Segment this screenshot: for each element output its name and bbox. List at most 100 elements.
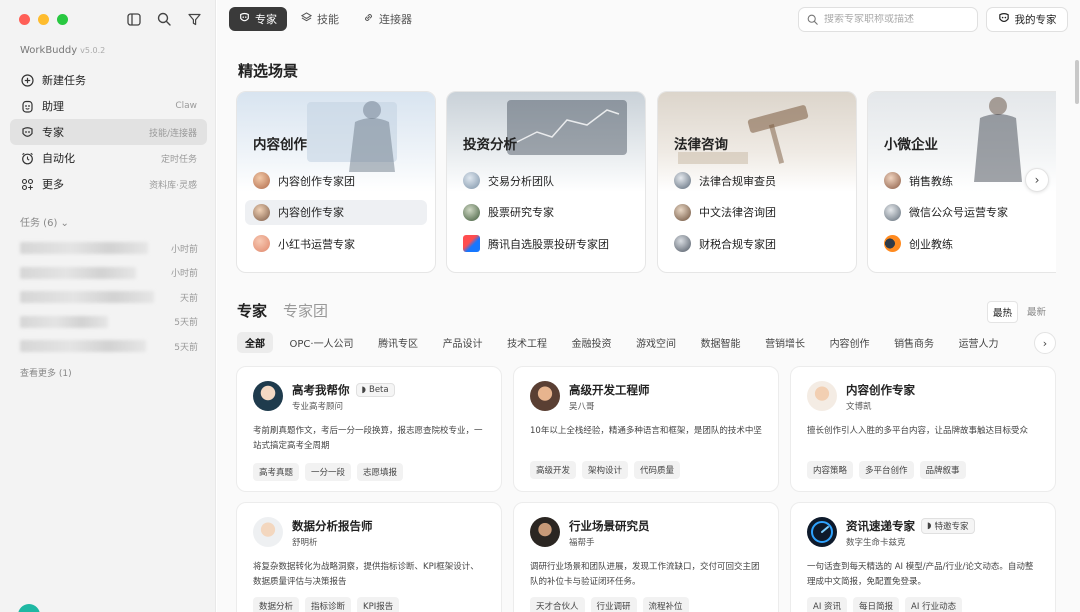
sidebar-item-automation[interactable]: 自动化 定时任务 (10, 145, 207, 171)
scene-item[interactable]: 法律合规审查员 (666, 168, 848, 193)
sidebar-item-more[interactable]: 更多 资料库·灵感 (10, 171, 207, 197)
scene-item[interactable]: 中文法律咨询团 (666, 200, 848, 225)
avatar (253, 517, 283, 547)
scene-item[interactable]: 微信公众号运营专家 (876, 200, 1056, 225)
task-item[interactable]: 小时前 (20, 236, 198, 261)
scene-item[interactable]: 小红书运营专家 (245, 231, 427, 256)
scene-item[interactable]: 创业教练 (876, 231, 1056, 256)
sort-hot-button[interactable]: 最热 (987, 301, 1019, 323)
scene-item[interactable]: 交易分析团队 (455, 168, 637, 193)
sort-new-button[interactable]: 最新 (1022, 301, 1051, 323)
scene-card-investment[interactable]: 投资分析 交易分析团队 股票研究专家 腾讯自选股票投研专家团 (446, 91, 646, 273)
tag: 行业调研 (590, 597, 637, 612)
avatar (807, 381, 837, 411)
main-content: 专家 技能 连接器 我的专家 精选场景 内容创作 内容创作专家团 内容创作专家 (217, 0, 1080, 612)
scenes-next-button[interactable]: › (1025, 168, 1049, 192)
tab-experts-list[interactable]: 专家 (237, 300, 267, 321)
window-controls (19, 14, 68, 25)
avatar (463, 203, 480, 221)
task-list: 小时前 小时前 天前 5天前 5天前 (20, 236, 198, 359)
expert-card[interactable]: 高级开发工程师 吴八哥 10年以上全栈经验，精通多种语言和框架，是团队的技术中坚… (513, 366, 779, 492)
scene-card-legal[interactable]: 法律咨询 法律合规审查员 中文法律咨询团 财税合规专家团 (657, 91, 857, 273)
task-item[interactable]: 小时前 (20, 261, 198, 286)
task-item[interactable]: 5天前 (20, 310, 198, 335)
tag: 多平台创作 (859, 461, 914, 479)
tag: 高级开发 (530, 461, 577, 479)
category-chip[interactable]: 金融投资 (564, 332, 620, 353)
categories-next-button[interactable]: › (1034, 332, 1056, 354)
task-item[interactable]: 5天前 (20, 334, 198, 359)
tab-expert-teams[interactable]: 专家团 (283, 300, 328, 321)
featured-title: 精选场景 (238, 62, 299, 80)
redacted-task-title (20, 291, 154, 304)
expert-search-box[interactable] (798, 7, 978, 32)
scene-item[interactable]: 财税合规专家团 (666, 231, 848, 256)
category-chip[interactable]: 内容创作 (822, 332, 878, 353)
scene-item[interactable]: 腾讯自选股票投研专家团 (455, 231, 637, 256)
speedometer-avatar-icon (807, 517, 837, 547)
avatar (674, 203, 691, 221)
redacted-task-title (20, 242, 148, 255)
category-chip[interactable]: 营销增长 (757, 332, 813, 353)
category-chip[interactable]: 产品设计 (435, 332, 491, 353)
sidebar-item-new-task[interactable]: 新建任务 (10, 67, 207, 93)
zoom-window-button[interactable] (57, 14, 68, 25)
search-icon (807, 10, 818, 29)
scene-item[interactable]: 内容创作专家 (245, 199, 427, 225)
category-chip[interactable]: 腾讯专区 (370, 332, 426, 353)
category-chip[interactable]: 数据智能 (693, 332, 749, 353)
skill-icon (300, 12, 313, 26)
scrollbar[interactable] (1075, 60, 1079, 104)
category-chip[interactable]: OPC·一人公司 (282, 332, 362, 353)
category-chip[interactable]: 全部 (237, 332, 273, 353)
expert-card[interactable]: 数据分析报告师 舒明析 将复杂数据转化为战略洞察，提供指标诊断、KPI框架设计、… (236, 502, 502, 612)
tag: 志愿填报 (357, 463, 404, 481)
sort-toggle: 最热 最新 (987, 301, 1051, 323)
sidebar-item-experts[interactable]: 专家 技能/连接器 (10, 119, 207, 145)
filter-icon[interactable] (186, 10, 202, 28)
featured-scenes: 内容创作 内容创作专家团 内容创作专家 小红书运营专家 投资分析 交易分析团队 … (236, 91, 1056, 275)
expert-card[interactable]: 行业场景研究员 福帮手 调研行业场景和团队进展，发现工作流缺口，交付可回交主团队… (513, 502, 779, 612)
expert-card[interactable]: 内容创作专家 文博凯 擅长创作引人入胜的多平台内容，让品牌故事触达目标受众 内容… (790, 366, 1056, 492)
invited-expert-badge: ◗ 特邀专家 (921, 518, 975, 534)
see-more-tasks[interactable]: 查看更多 (1) (20, 366, 72, 379)
scene-item[interactable]: 内容创作专家团 (245, 168, 427, 193)
tag: 内容策略 (807, 461, 854, 479)
tasks-header[interactable]: 任务 (6) ⌄ (20, 214, 69, 229)
task-item[interactable]: 天前 (20, 285, 198, 310)
scene-item[interactable]: 股票研究专家 (455, 200, 637, 225)
alarm-clock-icon (20, 151, 34, 165)
expert-card[interactable]: 资讯速递专家 ◗ 特邀专家 数字生命卡兹克 一句话查到每天精选的 AI 模型/产品/… (790, 502, 1056, 612)
tag: 一分一段 (305, 463, 352, 481)
expert-icon (239, 12, 250, 26)
tag: 数据分析 (253, 597, 300, 612)
minimize-window-button[interactable] (38, 14, 49, 25)
expert-icon: ◗ (361, 385, 366, 395)
category-chip[interactable]: 游戏空间 (628, 332, 684, 353)
sidebar-toggle-icon[interactable] (126, 10, 142, 28)
scene-card-content[interactable]: 内容创作 内容创作专家团 内容创作专家 小红书运营专家 (236, 91, 436, 273)
avatar (884, 203, 901, 221)
tag: 每日简报 (853, 597, 900, 612)
tag: 代码质量 (634, 461, 681, 479)
tab-experts[interactable]: 专家 (229, 7, 287, 31)
tab-skills[interactable]: 技能 (291, 7, 349, 31)
avatar (253, 381, 283, 411)
tag: KPI报告 (357, 597, 400, 612)
avatar (253, 203, 270, 221)
beta-badge: ◗ Beta (355, 383, 395, 397)
tab-connectors[interactable]: 连接器 (353, 7, 422, 31)
my-experts-button[interactable]: 我的专家 (986, 7, 1068, 32)
close-window-button[interactable] (19, 14, 30, 25)
search-icon[interactable] (156, 10, 172, 28)
sidebar-item-assistant[interactable]: 助理 Claw (10, 93, 207, 119)
category-chip[interactable]: 销售商务 (886, 332, 942, 353)
expert-card[interactable]: 高考我帮你 ◗ Beta 专业高考顾问 考前刷真题作文，考后一分一段换算，报志愿查院… (236, 366, 502, 492)
tag: 高考真题 (253, 463, 300, 481)
category-chip[interactable]: 技术工程 (499, 332, 555, 353)
category-chip[interactable]: 运营人力 (951, 332, 1007, 353)
user-avatar[interactable] (18, 604, 40, 612)
avatar (530, 381, 560, 411)
avatar (530, 517, 560, 547)
search-input[interactable] (824, 14, 969, 25)
